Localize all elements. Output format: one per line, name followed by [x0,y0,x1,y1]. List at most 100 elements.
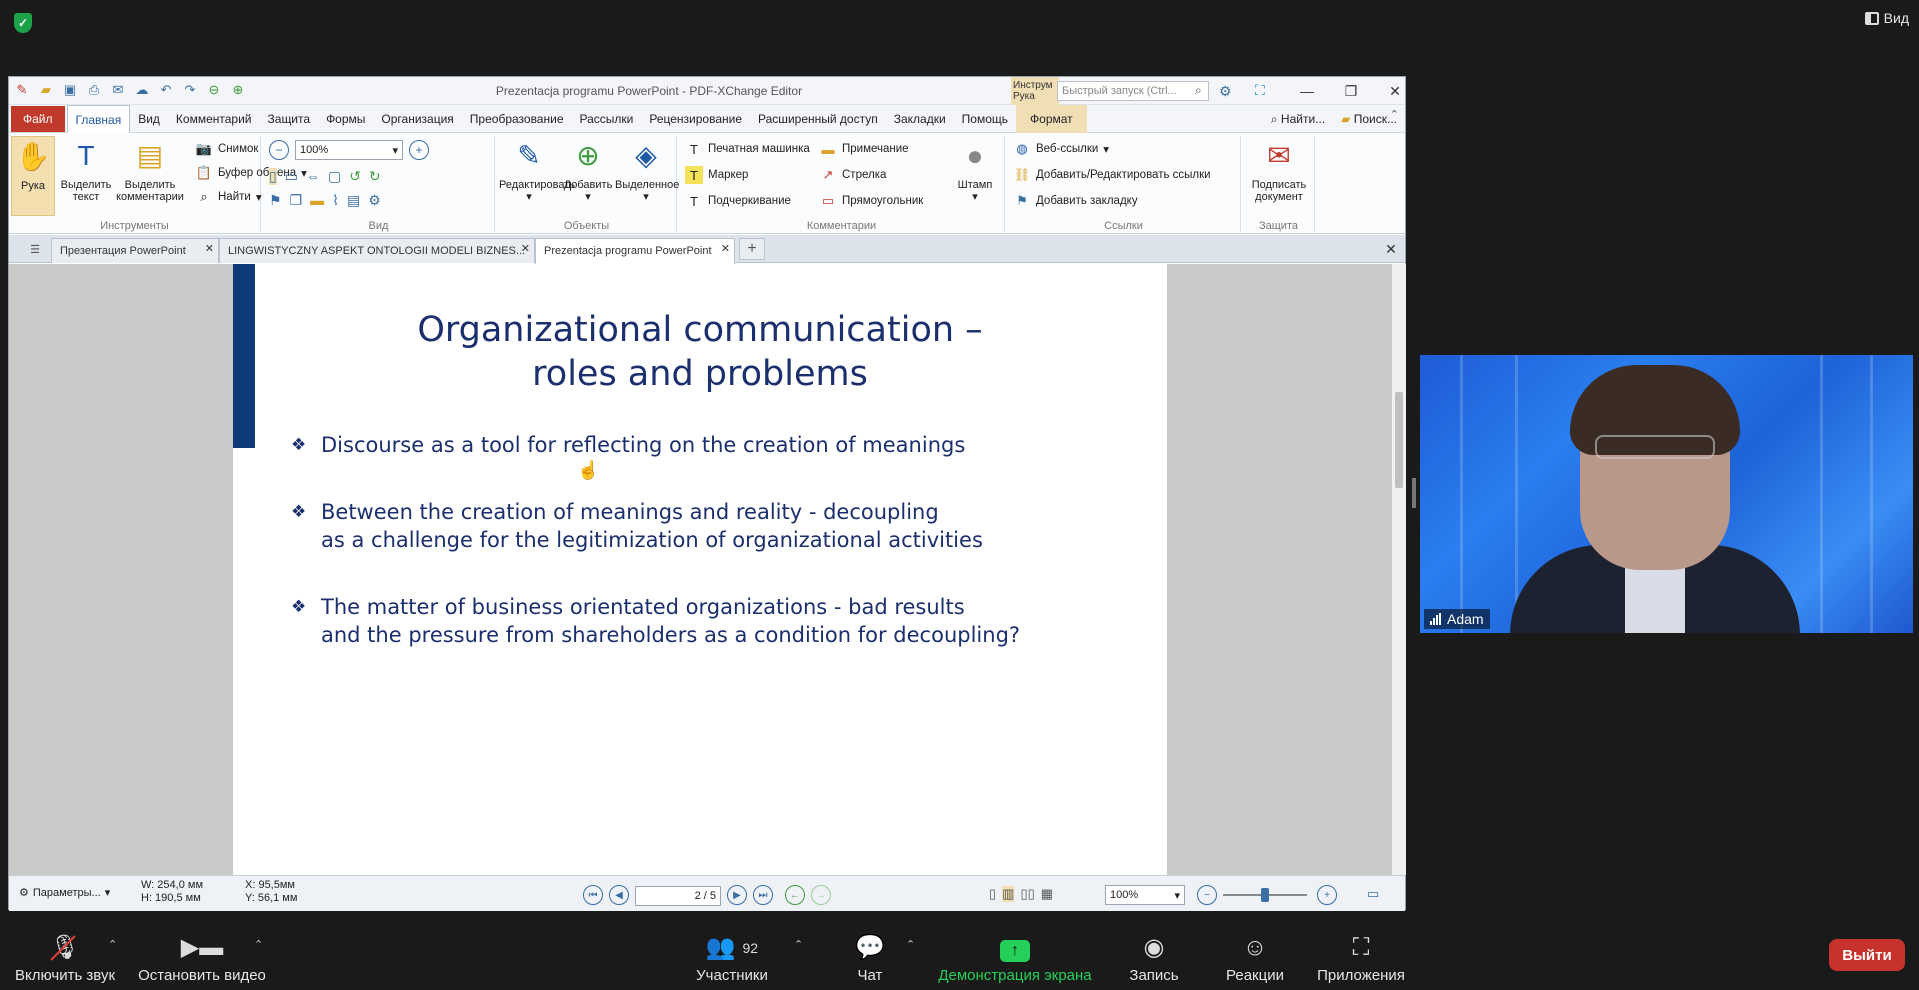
first-page-icon[interactable]: ⏮ [583,885,603,905]
close-all-tabs-icon[interactable]: ✕ [1381,239,1401,259]
chat-button[interactable]: 💬 Чат [840,928,900,990]
continuous-icon[interactable]: ▥ [1002,886,1015,902]
save-icon[interactable]: ▣ [61,81,79,99]
share-screen-button[interactable]: ↑ Демонстрация экрана [932,928,1098,990]
prev-page-icon[interactable]: ◀ [609,885,629,905]
view-button[interactable]: Вид [1864,10,1909,26]
prev-view-icon[interactable]: ← [785,885,805,905]
zoom-select[interactable]: 100% ▾ [295,140,403,160]
menu-file[interactable]: Файл [11,105,65,132]
next-view-icon[interactable]: → [811,885,831,905]
menu-help[interactable]: Помощь [954,105,1016,133]
minimize-button[interactable]: — [1285,77,1329,105]
fit-page-icon[interactable]: ▭ [285,168,298,185]
properties-icon[interactable]: ⚙ [368,192,381,209]
arrow-button[interactable]: ↗ Стрелка [819,166,887,184]
bookmark-icon[interactable]: ⚑ [269,192,282,209]
apps-button[interactable]: ⛶ Приложения [1312,928,1410,990]
collapse-ribbon-icon[interactable]: ⌃ [1390,108,1399,121]
menu-format[interactable]: Формат [1016,104,1087,133]
add-bookmark-button[interactable]: ⚑ Добавить закладку [1013,192,1137,210]
security-shield-icon[interactable]: ✓ [14,13,32,33]
participants-button[interactable]: 👥 92 Участники [686,928,778,990]
typewriter-button[interactable]: T Печатная машинка [685,140,810,158]
menu-mailings[interactable]: Рассылки [572,105,642,133]
status-zoom-in-icon[interactable]: + [1317,885,1337,905]
undo-icon[interactable]: ↶ [157,81,175,99]
sign-document-button[interactable]: ✉ Подписать документ [1247,136,1311,204]
unmute-button[interactable]: 🎙 Включить звук [12,928,118,990]
close-button[interactable]: ✕ [1373,77,1417,105]
rectangle-button[interactable]: ▭ Прямоугольник [819,192,923,210]
facing-continuous-icon[interactable]: ▦ [1041,886,1053,902]
single-page-icon[interactable]: ▯ [989,886,996,902]
select-text-button[interactable]: T Выделить текст [59,136,113,204]
stamp-button[interactable]: ● Штамп ▾ [949,136,1001,204]
forward-icon[interactable]: ⊕ [229,81,247,99]
snapshot-button[interactable]: 📷 Снимок [195,140,259,158]
layers-icon[interactable]: ▤ [347,192,360,209]
pages-icon[interactable]: ❐ [290,192,303,209]
attachments-icon[interactable]: ⌇ [332,192,339,209]
tab-doc-3[interactable]: Prezentacja programu PowerPoint ✕ [535,238,735,264]
tab-close-icon[interactable]: ✕ [721,242,730,255]
tab-close-icon[interactable]: ✕ [521,242,530,255]
restore-button[interactable]: ❐ [1329,77,1373,105]
tab-doc-2[interactable]: LINGWISTYCZNY ASPEKT ONTOLOGII MODELI BI… [219,238,535,263]
chat-caret-icon[interactable]: ⌃ [906,938,915,951]
participant-video[interactable]: Adam [1420,355,1913,633]
menu-convert[interactable]: Преобразование [462,105,572,133]
find-button[interactable]: ⌕ Найти ▾ [195,188,261,206]
comments-pane-icon[interactable]: ▬ [310,192,324,209]
next-page-icon[interactable]: ▶ [727,885,747,905]
menu-find[interactable]: ⌕ Найти... [1263,105,1333,133]
menu-bookmarks[interactable]: Закладки [886,105,954,133]
zoom-out-icon[interactable]: − [269,140,289,160]
panel-toggle-icon[interactable]: ▭ [1367,886,1379,902]
tab-close-icon[interactable]: ✕ [205,242,214,255]
last-page-icon[interactable]: ⏭ [753,885,773,905]
selected-button[interactable]: ◈ Выделенное ▾ [615,136,679,204]
add-button[interactable]: ⊕ Добавить ▾ [561,136,615,204]
add-edit-links-button[interactable]: ⛓ Добавить/Редактировать ссылки [1013,166,1211,184]
menu-home[interactable]: Главная [66,104,131,133]
menu-organize[interactable]: Организация [373,105,461,133]
video-options-caret-icon[interactable]: ⌃ [254,938,263,951]
status-zoom-out-icon[interactable]: − [1197,885,1217,905]
reactions-button[interactable]: ☺ Реакции [1218,928,1292,990]
scan-icon[interactable]: ☁ [133,81,151,99]
options-button[interactable]: ⚙ Параметры... ▾ [19,886,110,900]
participants-caret-icon[interactable]: ⌃ [794,938,803,951]
zoom-in-icon[interactable]: + [409,140,429,160]
document-area[interactable]: Organizational communication – roles and… [9,264,1392,875]
redo-icon[interactable]: ↷ [181,81,199,99]
zoom-slider-thumb[interactable] [1261,888,1269,902]
open-icon[interactable]: ▰ [37,81,55,99]
menu-forms[interactable]: Формы [318,105,373,133]
underline-button[interactable]: T Подчеркивание [685,192,791,210]
fullscreen-icon[interactable]: ⛶ [1255,82,1265,99]
back-icon[interactable]: ⊖ [205,81,223,99]
fit-width-icon[interactable]: ⇔ [306,168,320,185]
leave-button[interactable]: Выйти [1829,939,1905,971]
rotate-right-icon[interactable]: ↻ [369,168,381,185]
tab-list-icon[interactable]: ☰ [25,241,45,257]
edit-button[interactable]: ✎ Редактировать ▾ [499,136,575,204]
search-icon[interactable]: ⌕ [1195,83,1202,98]
scrollbar-thumb[interactable] [1395,392,1403,488]
status-zoom-select[interactable]: 100% ▾ [1105,885,1185,905]
tab-doc-1[interactable]: Презентация PowerPoint ✕ [51,238,219,263]
record-button[interactable]: ◉ Запись [1124,928,1184,990]
new-tab-icon[interactable]: + [739,238,765,260]
marker-button[interactable]: T Маркер [685,166,748,184]
actual-size-icon[interactable]: ▯ [269,168,277,185]
video-resize-handle[interactable] [1412,478,1416,508]
menu-view[interactable]: Вид [130,105,168,133]
menu-review[interactable]: Рецензирование [641,105,750,133]
stop-video-button[interactable]: ▶▬ Остановить видео [136,928,268,990]
email-icon[interactable]: ✉ [109,81,127,99]
hand-tool-button[interactable]: ✋ Рука [11,136,55,216]
facing-icon[interactable]: ▯▯ [1020,886,1034,902]
menu-share[interactable]: Расширенный доступ [750,105,886,133]
menu-protect[interactable]: Защита [260,105,319,133]
